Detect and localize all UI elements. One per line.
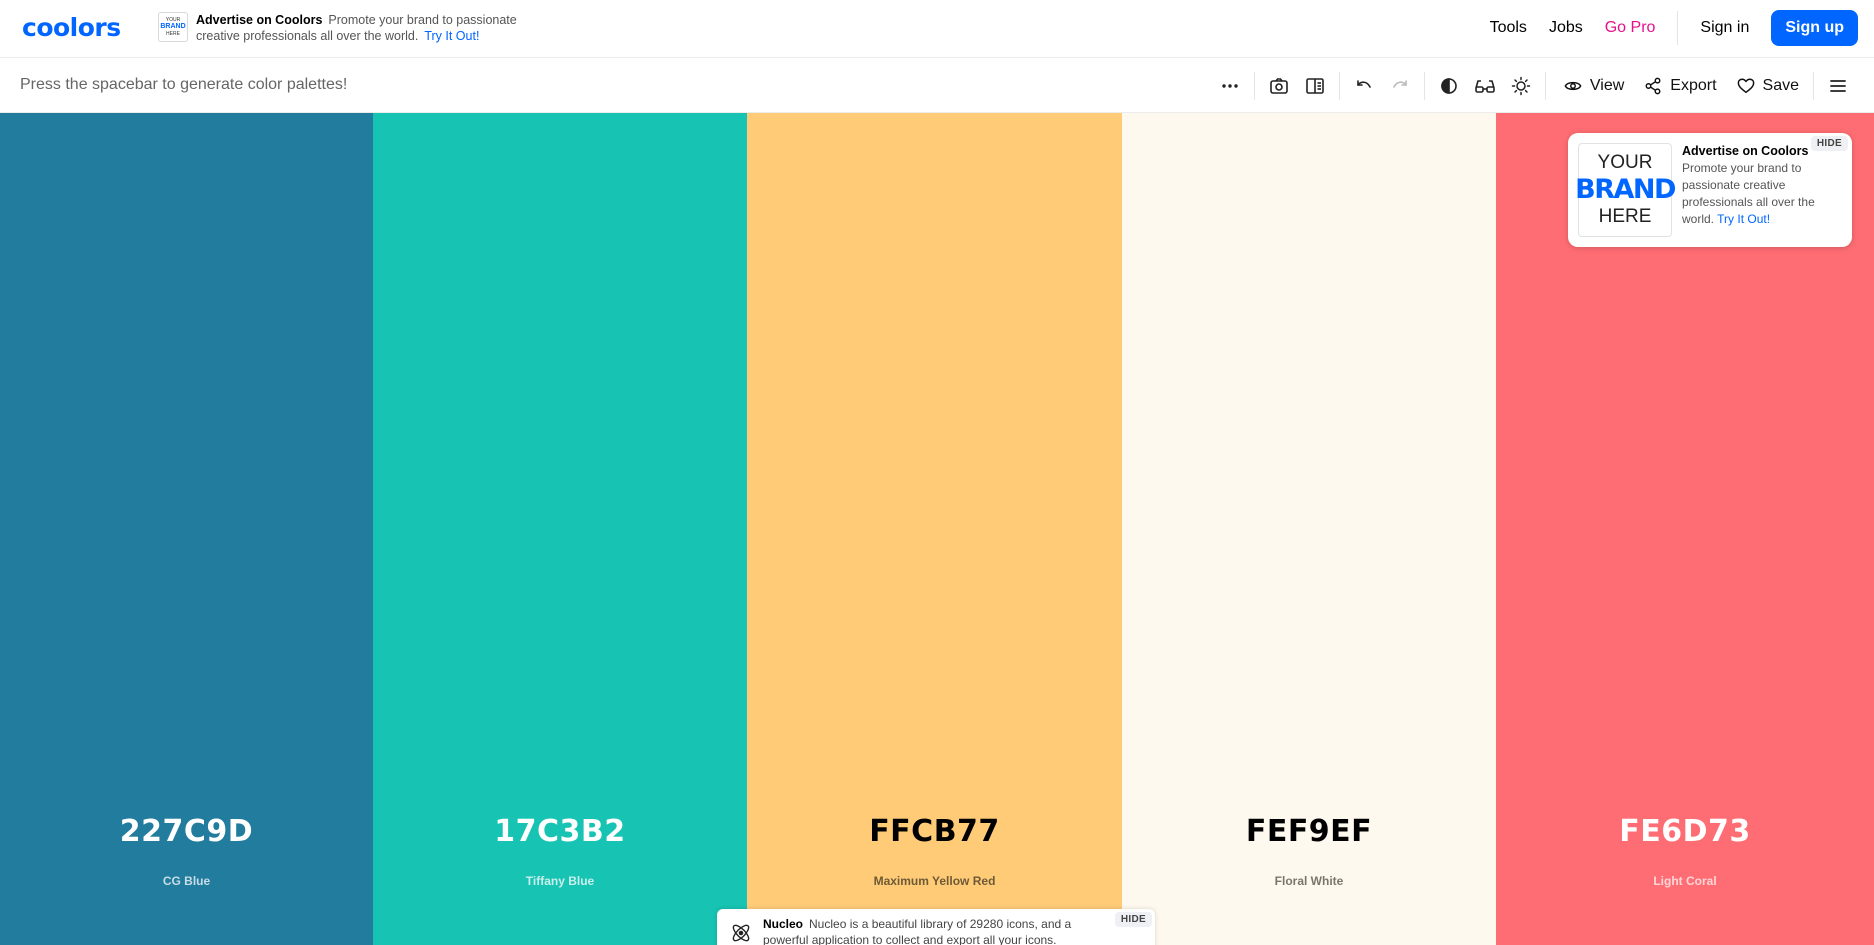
- layout-icon[interactable]: [1297, 68, 1333, 104]
- view-button[interactable]: View: [1556, 68, 1632, 104]
- heart-icon: [1737, 78, 1754, 94]
- sign-up-button[interactable]: Sign up: [1771, 10, 1858, 46]
- header-ad-title: Advertise on Coolors: [196, 13, 323, 27]
- color-name: Floral White: [1274, 874, 1344, 888]
- color-column[interactable]: FEF9EF Floral White: [1122, 113, 1496, 945]
- save-button[interactable]: Save: [1729, 68, 1807, 104]
- toolbar-divider: [1338, 72, 1340, 100]
- nav-tools[interactable]: Tools: [1490, 19, 1527, 37]
- sign-in-link[interactable]: Sign in: [1700, 19, 1749, 37]
- hide-ad-button[interactable]: HIDE: [1810, 136, 1848, 151]
- save-label: Save: [1762, 77, 1799, 94]
- color-hex[interactable]: FEF9EF: [1122, 814, 1496, 849]
- color-hex[interactable]: FE6D73: [1496, 814, 1874, 849]
- top-nav: coolors YOUR BRAND HERE Advertise on Coo…: [0, 0, 1874, 58]
- view-label: View: [1589, 77, 1625, 94]
- toolbar-divider: [1423, 72, 1425, 100]
- toolbar-divider: [1813, 72, 1814, 100]
- toolbar: Press the spacebar to generate color pal…: [0, 59, 1874, 113]
- ad-card-body: Advertise on Coolors Promote your brand …: [1682, 143, 1842, 228]
- hide-bottom-ad-button[interactable]: HIDE: [1114, 912, 1152, 927]
- header-ad-text: Advertise on Coolors Promote your brand t…: [196, 12, 556, 44]
- color-name: CG Blue: [162, 874, 211, 888]
- redo-icon[interactable]: [1382, 68, 1418, 104]
- sun-icon[interactable]: [1503, 68, 1539, 104]
- color-hex[interactable]: FFCB77: [747, 814, 1122, 849]
- color-column[interactable]: 17C3B2 Tiffany Blue: [373, 113, 747, 945]
- export-label: Export: [1670, 77, 1717, 94]
- sidebar-ad-card[interactable]: YOUR BRAND HERE Advertise on Coolors Pro…: [1568, 133, 1852, 247]
- share-icon: [1645, 77, 1661, 95]
- export-button[interactable]: Export: [1636, 68, 1724, 104]
- more-horizontal-icon[interactable]: [1212, 68, 1248, 104]
- toolbar-actions: View Export Save: [1212, 68, 1856, 104]
- color-hex[interactable]: 17C3B2: [373, 814, 747, 849]
- eye-icon: [1564, 81, 1582, 91]
- nav-right: Tools Jobs Go Pro Sign in Sign up: [1468, 10, 1858, 46]
- toolbar-divider: [1544, 72, 1546, 100]
- camera-icon[interactable]: [1261, 68, 1297, 104]
- hamburger-menu-icon[interactable]: [1820, 68, 1856, 104]
- nav-go-pro[interactable]: Go Pro: [1605, 19, 1656, 37]
- contrast-icon[interactable]: [1431, 68, 1467, 104]
- ad-card-link[interactable]: Try It Out!: [1717, 212, 1770, 226]
- brand-placeholder: YOUR BRAND HERE: [1575, 143, 1676, 237]
- color-column[interactable]: 227C9D CG Blue: [0, 113, 373, 945]
- bottom-ad[interactable]: Nucleo Nucleo is a beautiful library of 2…: [717, 909, 1155, 945]
- atom-icon: [729, 921, 753, 945]
- header-ad[interactable]: YOUR BRAND HERE Advertise on Coolors Prom…: [158, 12, 556, 44]
- color-name: Tiffany Blue: [525, 874, 595, 888]
- brand-thumbnail: YOUR BRAND HERE: [158, 12, 188, 42]
- color-name: Light Coral: [1653, 874, 1717, 888]
- toolbar-divider: [1253, 72, 1255, 100]
- color-hex[interactable]: 227C9D: [0, 814, 373, 849]
- undo-icon[interactable]: [1346, 68, 1382, 104]
- color-column[interactable]: FFCB77 Maximum Yellow Red: [747, 113, 1122, 945]
- spacebar-hint: Press the spacebar to generate color pal…: [20, 76, 348, 93]
- coolors-logo[interactable]: coolors: [22, 13, 121, 42]
- bottom-ad-text: Nucleo Nucleo is a beautiful library of 2…: [763, 916, 1108, 945]
- color-name: Maximum Yellow Red: [873, 874, 996, 888]
- bottom-ad-body: Nucleo is a beautiful library of 29280 i…: [763, 917, 1072, 945]
- glasses-icon[interactable]: [1467, 68, 1503, 104]
- nav-divider: [1677, 11, 1679, 45]
- nav-jobs[interactable]: Jobs: [1549, 19, 1583, 37]
- header-ad-link[interactable]: Try It Out!: [424, 29, 479, 43]
- bottom-ad-title: Nucleo: [763, 917, 804, 931]
